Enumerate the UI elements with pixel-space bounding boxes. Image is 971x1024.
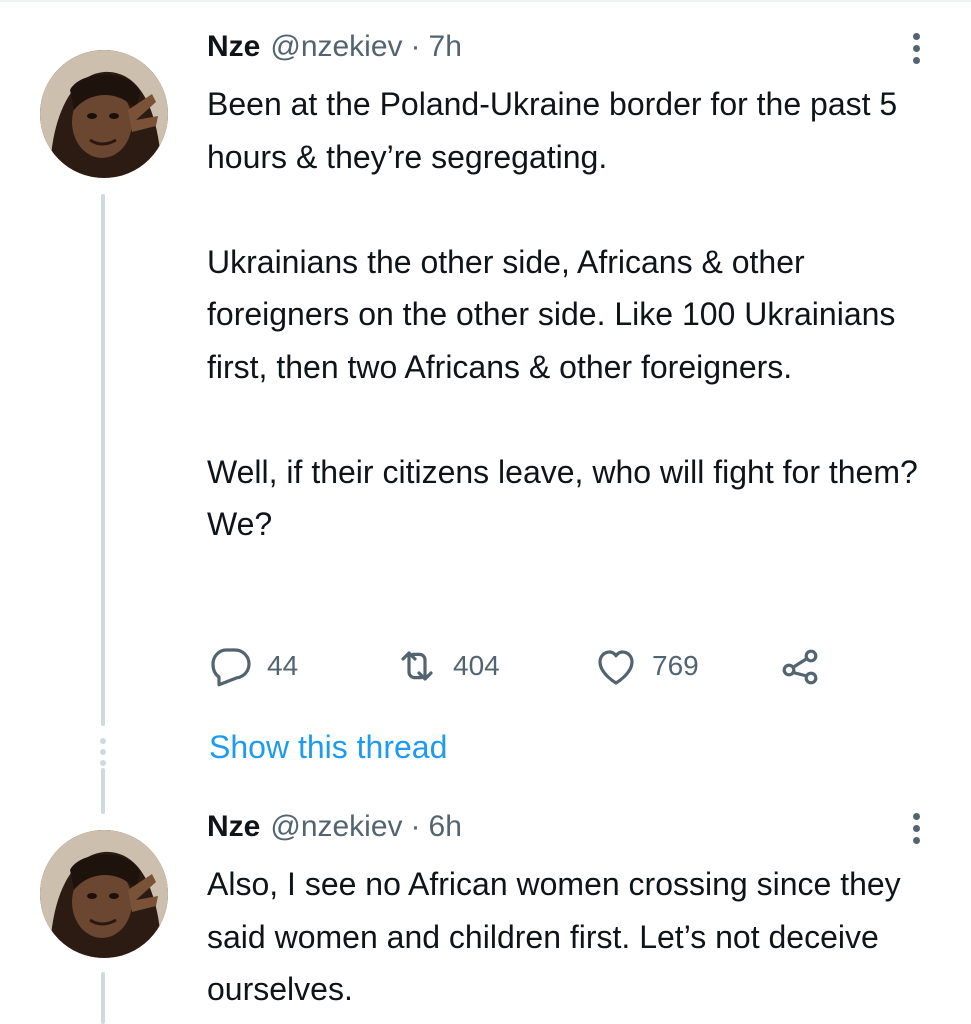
thread-line — [101, 768, 105, 814]
more-vertical-icon — [912, 32, 920, 40]
like-count: 769 — [652, 650, 699, 681]
share-icon — [782, 649, 818, 685]
author-handle[interactable]: @nzekiev — [270, 30, 402, 64]
more-vertical-icon — [912, 812, 920, 820]
reply-button[interactable]: 44 — [207, 640, 298, 692]
reply-count: 44 — [267, 650, 299, 681]
tweet-header: Nze @nzekiev · 6h — [207, 810, 462, 850]
like-button[interactable]: 769 — [592, 640, 699, 692]
tweet-header: Nze @nzekiev · 7h — [207, 30, 462, 70]
tweet-paragraph: Well, if their citizens leave, who will … — [207, 453, 918, 543]
reply-icon — [211, 648, 251, 687]
share-button[interactable] — [777, 640, 825, 692]
thread-line — [101, 972, 105, 1024]
author-name[interactable]: Nze — [207, 810, 260, 844]
avatar[interactable] — [40, 830, 168, 958]
thread-line — [101, 194, 105, 726]
timestamp[interactable]: 7h — [429, 30, 462, 64]
top-divider — [0, 0, 971, 2]
avatar[interactable] — [40, 50, 168, 178]
tweet-text: Also, I see no African women crossing si… — [207, 858, 947, 1016]
profile-photo — [40, 830, 168, 958]
profile-photo — [40, 50, 168, 178]
show-thread-link[interactable]: Show this thread — [209, 729, 447, 766]
separator: · — [410, 30, 421, 63]
author-name[interactable]: Nze — [207, 30, 260, 64]
retweet-count: 404 — [453, 650, 500, 681]
tweet-actions: 44 404 769 — [207, 640, 847, 692]
retweet-button[interactable]: 404 — [393, 640, 500, 692]
author-handle[interactable]: @nzekiev — [270, 810, 402, 844]
more-options-button[interactable] — [908, 28, 924, 68]
thread-dots — [99, 738, 107, 771]
separator: · — [410, 810, 421, 843]
tweet-text: Been at the Poland-Ukraine border for th… — [207, 78, 947, 551]
like-icon — [598, 650, 634, 685]
tweet-paragraph: Ukrainians the other side, Africans & ot… — [207, 243, 896, 385]
retweet-icon — [401, 651, 433, 681]
more-options-button[interactable] — [908, 808, 924, 848]
tweet-paragraph: Also, I see no African women crossing si… — [207, 866, 901, 1007]
tweet-paragraph: Been at the Poland-Ukraine border for th… — [207, 86, 898, 175]
timestamp[interactable]: 6h — [429, 810, 462, 844]
